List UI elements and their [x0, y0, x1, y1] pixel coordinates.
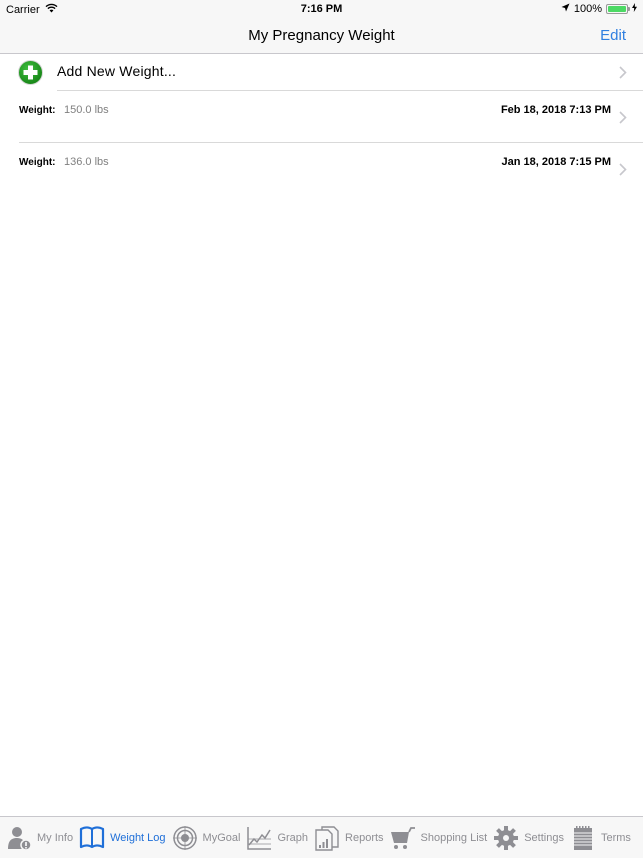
status-time: 7:16 PM: [300, 3, 343, 15]
tab-reports[interactable]: Reports: [314, 817, 384, 858]
tab-label: Graph: [277, 831, 309, 844]
tab-terms[interactable]: Terms: [570, 817, 631, 858]
battery-icon: [606, 4, 630, 14]
tab-graph[interactable]: Graph: [246, 817, 308, 858]
chevron-right-icon: [619, 163, 627, 176]
book-icon: [79, 825, 105, 848]
tab-label: Weight Log: [110, 831, 166, 844]
tab-my-info[interactable]: My Info: [6, 817, 73, 858]
weight-entry-row[interactable]: Weight: 150.0 lbs Feb 18, 2018 7:13 PM: [0, 91, 643, 143]
tab-label: Terms: [600, 831, 631, 844]
weight-value: 136.0 lbs: [64, 156, 109, 168]
reports-icon: [315, 825, 339, 851]
add-new-weight-row[interactable]: Add New Weight...: [0, 54, 643, 91]
graph-icon: [247, 826, 272, 850]
add-plus-icon: [18, 60, 43, 85]
status-bar: Carrier 7:16 PM 100%: [0, 0, 643, 20]
tab-label: Shopping List: [420, 831, 488, 844]
tab-label: Reports: [345, 831, 384, 844]
entry-date: Jan 18, 2018 7:15 PM: [501, 156, 611, 168]
tab-bar: My Info Weight Log MyGoal Graph Reports …: [0, 816, 643, 858]
battery-percent: 100%: [573, 3, 602, 15]
weight-label: Weight:: [19, 105, 56, 116]
tab-my-goal[interactable]: MyGoal: [172, 817, 241, 858]
weight-entry-row[interactable]: Weight: 136.0 lbs Jan 18, 2018 7:15 PM: [0, 143, 643, 195]
tab-label: MyGoal: [202, 831, 241, 844]
battery-fill: [608, 6, 626, 12]
tab-weight-log[interactable]: Weight Log: [79, 817, 166, 858]
weight-value: 150.0 lbs: [64, 104, 109, 116]
tab-settings[interactable]: Settings: [493, 817, 564, 858]
target-icon: [172, 825, 197, 850]
gear-icon: [494, 825, 519, 850]
chevron-right-icon: [619, 66, 627, 79]
page-title: My Pregnancy Weight: [248, 27, 395, 44]
entry-date: Feb 18, 2018 7:13 PM: [500, 104, 611, 116]
tab-shopping-list[interactable]: Shopping List: [390, 817, 488, 858]
chevron-right-icon: [619, 111, 627, 124]
edit-button[interactable]: Edit: [600, 27, 626, 44]
notepad-icon: [573, 825, 592, 850]
status-right-group: 100%: [561, 3, 637, 15]
weight-label: Weight:: [19, 157, 56, 168]
navigation-bar: My Pregnancy Weight Edit: [0, 20, 643, 54]
cart-icon: [390, 826, 415, 849]
location-arrow-icon: [561, 3, 570, 15]
tab-label: My Info: [37, 831, 74, 844]
weight-log-list: Add New Weight... Weight: 150.0 lbs Feb …: [0, 54, 643, 195]
charging-bolt-icon: [632, 3, 637, 15]
tab-label: Settings: [524, 831, 564, 844]
add-new-weight-label: Add New Weight...: [57, 63, 177, 79]
person-info-icon: [8, 826, 32, 851]
